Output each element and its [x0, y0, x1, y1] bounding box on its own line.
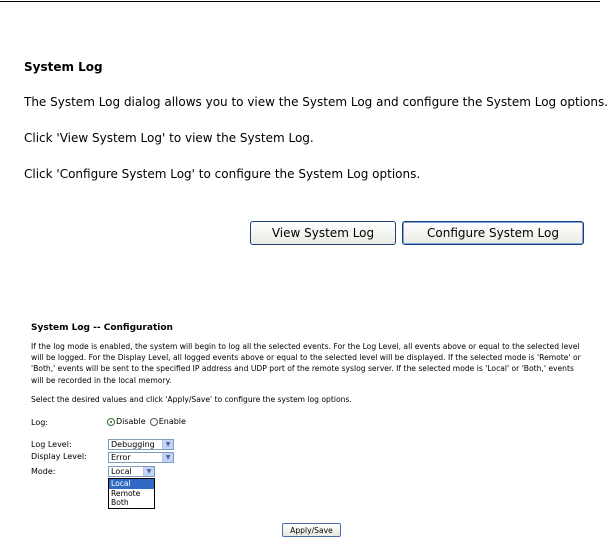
- system-log-panel: System Log The System Log dialog allows …: [19, 49, 607, 249]
- chevron-down-icon[interactable]: ▼: [162, 440, 173, 449]
- mode-select[interactable]: Local ▼: [108, 466, 155, 477]
- display-level-label: Display Level:: [31, 452, 87, 461]
- log-radio-group: Disable Enable: [107, 417, 186, 426]
- apply-save-button[interactable]: Apply/Save: [282, 523, 341, 537]
- chevron-down-icon[interactable]: ▼: [143, 467, 154, 476]
- enable-radio-label: Enable: [158, 417, 186, 426]
- mode-option-local[interactable]: Local: [109, 479, 154, 489]
- page-title: System Log: [24, 60, 103, 74]
- mode-label: Mode:: [31, 467, 56, 476]
- log-label: Log:: [31, 418, 48, 427]
- disable-radio[interactable]: [107, 417, 115, 426]
- chevron-down-icon[interactable]: ▼: [162, 453, 173, 462]
- mode-dropdown-list: Local Remote Both: [108, 478, 155, 509]
- disable-radio-label: Disable: [116, 417, 146, 426]
- enable-radio[interactable]: [149, 417, 158, 426]
- configuration-title: System Log -- Configuration: [31, 323, 173, 333]
- system-log-configuration-panel: System Log -- Configuration If the log m…: [24, 318, 594, 540]
- configuration-description: If the log mode is enabled, the system w…: [31, 342, 581, 385]
- mode-option-both[interactable]: Both: [109, 498, 154, 508]
- log-level-value: Debugging: [111, 440, 155, 449]
- view-system-log-button[interactable]: View System Log: [250, 221, 396, 245]
- system-log-description: The System Log dialog allows you to view…: [24, 95, 607, 109]
- configure-system-log-button[interactable]: Configure System Log: [402, 221, 584, 245]
- log-level-select[interactable]: Debugging ▼: [108, 439, 174, 450]
- mode-value: Local: [111, 467, 132, 476]
- log-level-label: Log Level:: [31, 440, 72, 449]
- display-level-value: Error: [111, 453, 131, 462]
- configure-log-hint: Click 'Configure System Log' to configur…: [24, 167, 421, 181]
- display-level-select[interactable]: Error ▼: [108, 452, 174, 463]
- view-log-hint: Click 'View System Log' to view the Syst…: [24, 131, 314, 145]
- top-rule: [0, 1, 600, 2]
- configuration-instruction: Select the desired values and click 'App…: [31, 395, 352, 404]
- mode-option-remote[interactable]: Remote: [109, 489, 154, 499]
